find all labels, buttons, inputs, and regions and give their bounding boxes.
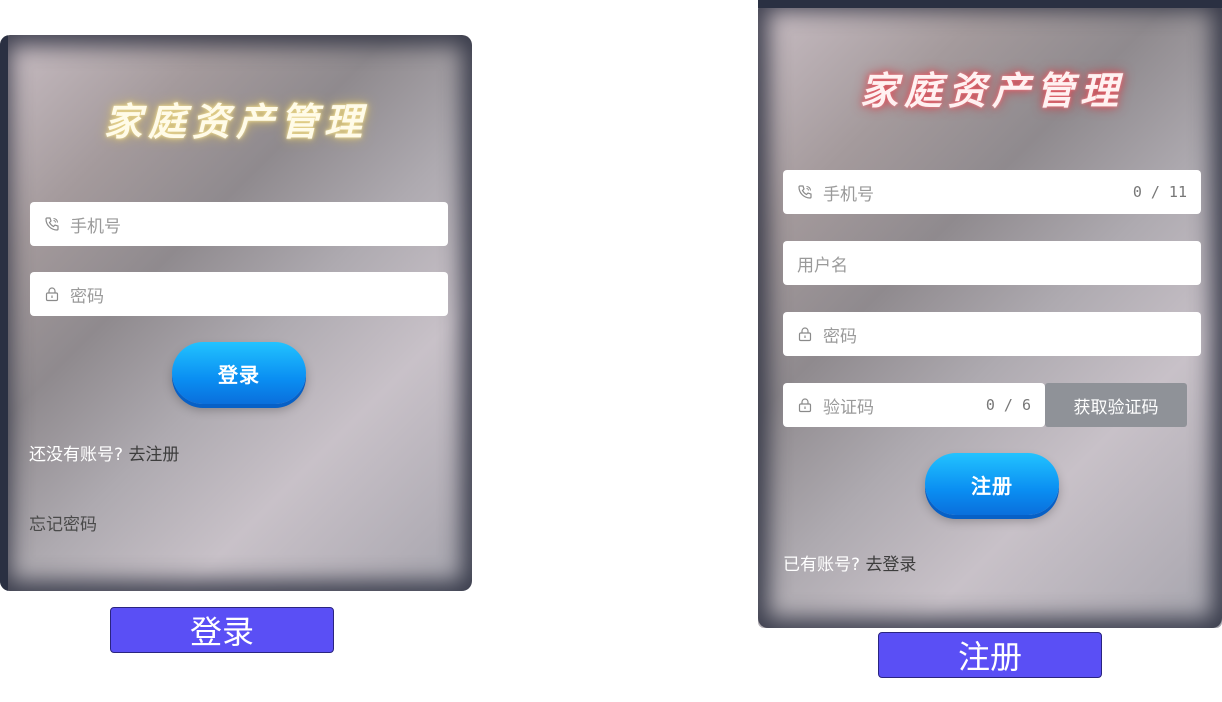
screenshot-stage: 家庭资产管理 手机号 密码 登录 还没有账号? 去注册 忘记密码 登录 家庭资产… xyxy=(0,0,1222,702)
register-password-input[interactable]: 密码 xyxy=(783,312,1201,356)
phone-char-counter: 0 / 11 xyxy=(1132,183,1187,201)
lock-icon xyxy=(44,286,60,302)
register-title: 家庭资产管理 xyxy=(860,68,1125,113)
register-password-placeholder: 密码 xyxy=(823,326,857,347)
verification-code-input[interactable]: 验证码 0 / 6 xyxy=(783,383,1045,427)
register-username-placeholder: 用户名 xyxy=(797,255,848,276)
register-phone-input[interactable]: 手机号 0 / 11 xyxy=(783,170,1201,214)
go-register-link[interactable]: 去注册 xyxy=(128,445,179,465)
login-phone-input[interactable]: 手机号 xyxy=(30,202,448,246)
login-prompt-text: 已有账号? xyxy=(783,555,861,575)
login-password-input[interactable]: 密码 xyxy=(30,272,448,316)
verification-code-placeholder: 验证码 xyxy=(823,397,874,418)
register-prompt-text: 还没有账号? xyxy=(29,445,124,465)
register-caption-button[interactable]: 注册 xyxy=(878,632,1102,678)
login-submit-button[interactable]: 登录 xyxy=(172,342,306,404)
register-submit-button[interactable]: 注册 xyxy=(925,453,1059,515)
phone-icon xyxy=(797,184,813,200)
register-panel-edge xyxy=(758,0,1222,8)
get-verification-code-button[interactable]: 获取验证码 xyxy=(1045,383,1187,427)
forgot-password-link[interactable]: 忘记密码 xyxy=(29,510,97,535)
lock-icon xyxy=(797,326,813,342)
login-panel: 家庭资产管理 手机号 密码 登录 还没有账号? 去注册 忘记密码 xyxy=(0,35,472,591)
login-phone-placeholder: 手机号 xyxy=(70,216,121,237)
go-login-link[interactable]: 去登录 xyxy=(865,555,916,575)
login-prompt: 已有账号? 去登录 xyxy=(783,550,916,575)
login-title: 家庭资产管理 xyxy=(104,99,369,144)
login-caption-button[interactable]: 登录 xyxy=(110,607,334,653)
register-phone-placeholder: 手机号 xyxy=(823,184,874,205)
register-panel: 家庭资产管理 手机号 0 / 11 用户名 密码 验证码 0 / 6 获取验证码… xyxy=(758,0,1222,628)
code-char-counter: 0 / 6 xyxy=(985,396,1031,414)
register-username-input[interactable]: 用户名 xyxy=(783,241,1201,285)
login-password-placeholder: 密码 xyxy=(70,286,104,307)
register-prompt: 还没有账号? 去注册 xyxy=(29,440,179,465)
phone-icon xyxy=(44,216,60,232)
login-panel-edge xyxy=(0,35,8,591)
lock-icon xyxy=(797,397,813,413)
